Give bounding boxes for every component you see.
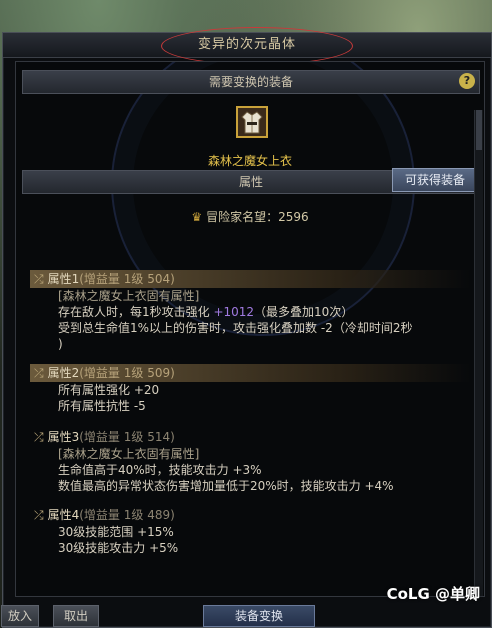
scroll-thumb[interactable] <box>476 110 482 150</box>
attribute-line: 生命值高于40%时，技能攻击力 +3% <box>58 463 262 477</box>
attribute-line: 数值最高的异常状态伤害增加量低于20%时，技能攻击力 +4% <box>58 479 394 493</box>
attribute-line: 存在敌人时，每1秒攻击强化 +1012（最多叠加10次） <box>58 305 354 319</box>
attack-value: +1012 <box>213 305 255 319</box>
attribute-line: 受到总生命值1%以上的伤害时，攻击强化叠加数 -2（冷却时间2秒 <box>58 321 413 335</box>
shuffle-icon: ⤮ <box>34 272 44 286</box>
shuffle-icon: ⤮ <box>34 430 44 444</box>
panel-header-label: 需要变换的装备 <box>208 75 293 89</box>
equipment-panel: 需要变换的装备 ? 森林之魔女上衣 属性 可获得装备 ♛ 冒险家名望：2596 ⤮… <box>15 61 485 597</box>
attribute-title-text: 属性4 <box>47 508 80 522</box>
attribute-line: 30级技能攻击力 +5% <box>58 541 179 555</box>
take-out-button[interactable]: 取出 <box>53 605 99 627</box>
attribute-title-text: 属性1 <box>47 272 80 286</box>
attribute-title-text: 属性2 <box>47 366 80 380</box>
fame-icon: ♛ <box>191 210 203 224</box>
equipment-transform-button[interactable]: 装备变换 <box>203 605 315 627</box>
attribute-level: (增益量 1级 514) <box>79 430 175 444</box>
panel-header: 需要变换的装备 ? <box>22 70 480 94</box>
attribute-level: (增益量 1级 504) <box>79 272 175 286</box>
fame-text: 冒险家名望：2596 <box>206 210 309 224</box>
attribute-line: 30级技能范围 +15% <box>58 525 174 539</box>
attribute-line: [森林之魔女上衣固有属性] <box>58 447 200 461</box>
attribute-title: ⤮ 属性4(增益量 1级 489) <box>30 506 470 524</box>
shuffle-icon: ⤮ <box>34 366 44 380</box>
attribute-block: ⤮ 属性1(增益量 1级 504) [森林之魔女上衣固有属性] 存在敌人时，每1秒攻击… <box>30 270 470 352</box>
attribute-block: ⤮ 属性2(增益量 1级 509) 所有属性强化 +20 所有属性抗性 -5 <box>30 364 470 414</box>
attribute-title: ⤮ 属性1(增益量 1级 504) <box>30 270 470 288</box>
help-icon[interactable]: ? <box>459 73 475 89</box>
put-in-button[interactable]: 放入 <box>1 605 39 627</box>
equipment-slot[interactable] <box>236 106 268 138</box>
shuffle-icon: ⤮ <box>34 508 44 522</box>
attribute-title: ⤮ 属性3(增益量 1级 514) <box>30 428 470 446</box>
attribute-line: 所有属性强化 +20 <box>58 383 160 397</box>
attribute-level: (增益量 1级 509) <box>79 366 175 380</box>
attribute-title-text: 属性3 <box>47 430 80 444</box>
attribute-line: [森林之魔女上衣固有属性] <box>58 289 200 303</box>
window-title: 变异的次元晶体 <box>3 33 491 58</box>
item-name: 森林之魔女上衣 <box>207 154 292 168</box>
attribute-block: ⤮ 属性3(增益量 1级 514) [森林之魔女上衣固有属性] 生命值高于40%时，技… <box>30 428 470 494</box>
watermark: CoLG @单卿 <box>386 585 480 603</box>
adventurer-fame: ♛ 冒险家名望：2596 <box>16 208 484 225</box>
attribute-line: ) <box>58 337 63 351</box>
coat-icon <box>238 108 266 136</box>
attribute-level: (增益量 1级 489) <box>79 508 175 522</box>
crystal-window: 变异的次元晶体 需要变换的装备 ? 森林之魔女上衣 属性 可获得装备 ♛ 冒险家名… <box>1 27 492 628</box>
obtainable-equipment-button[interactable]: 可获得装备 <box>392 168 478 192</box>
attribute-title: ⤮ 属性2(增益量 1级 509) <box>30 364 470 382</box>
attribute-block: ⤮ 属性4(增益量 1级 489) 30级技能范围 +15% 30级技能攻击力 +5% <box>30 506 470 556</box>
attribute-line: 所有属性抗性 -5 <box>58 399 146 413</box>
scrollbar[interactable] <box>474 110 483 596</box>
